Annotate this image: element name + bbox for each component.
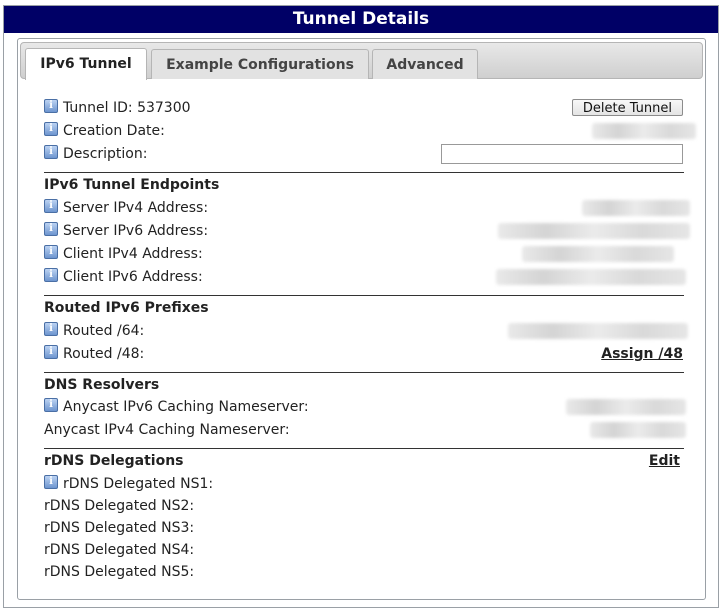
rdns-ns4-row: rDNS Delegated NS4: xyxy=(44,540,685,560)
tab-ipv6-tunnel[interactable]: IPv6 Tunnel xyxy=(25,48,147,80)
tab-container: IPv6 Tunnel Example Configurations Advan… xyxy=(17,38,706,600)
tunnel-details-panel: Tunnel Details IPv6 Tunnel Example Confi… xyxy=(3,5,719,608)
tab-bar: IPv6 Tunnel Example Configurations Advan… xyxy=(20,42,703,80)
divider xyxy=(44,448,684,449)
tab-advanced[interactable]: Advanced xyxy=(372,49,478,79)
rdns-edit-link[interactable]: Edit xyxy=(649,451,680,471)
redacted-client-ipv4 xyxy=(522,246,674,262)
anycast-ipv6-label: Anycast IPv6 Caching Nameserver: xyxy=(63,399,309,415)
anycast-ipv4-label: Anycast IPv4 Caching Nameserver: xyxy=(44,422,290,438)
info-icon[interactable]: i xyxy=(44,268,58,282)
anycast-ipv4-row: Anycast IPv4 Caching Nameserver: xyxy=(44,420,686,440)
anycast-ipv6-row: i Anycast IPv6 Caching Nameserver: xyxy=(44,397,686,417)
tunnel-id-label: Tunnel ID: 537300 xyxy=(63,100,191,116)
server-ipv6-label: Server IPv6 Address: xyxy=(63,223,209,239)
panel-title: Tunnel Details xyxy=(4,6,718,33)
routed-48-row: i Routed /48: Assign /48 xyxy=(44,344,685,364)
rdns-ns5-row: rDNS Delegated NS5: xyxy=(44,562,685,582)
rdns-ns1-label: rDNS Delegated NS1: xyxy=(63,476,214,492)
server-ipv4-row: i Server IPv4 Address: xyxy=(44,198,690,218)
info-icon[interactable]: i xyxy=(44,398,58,412)
server-ipv6-row: i Server IPv6 Address: xyxy=(44,221,690,241)
client-ipv6-row: i Client IPv6 Address: xyxy=(44,267,686,287)
rdns-title: rDNS Delegations xyxy=(44,453,184,469)
client-ipv4-label: Client IPv4 Address: xyxy=(63,246,203,262)
info-icon[interactable]: i xyxy=(44,345,58,359)
rdns-ns2-row: rDNS Delegated NS2: xyxy=(44,496,685,516)
client-ipv6-label: Client IPv6 Address: xyxy=(63,269,203,285)
rdns-ns5-label: rDNS Delegated NS5: xyxy=(44,564,195,580)
info-icon[interactable]: i xyxy=(44,222,58,236)
description-input[interactable] xyxy=(441,144,683,164)
info-icon[interactable]: i xyxy=(44,99,58,113)
server-ipv4-label: Server IPv4 Address: xyxy=(63,200,209,216)
redacted-server-ipv4 xyxy=(582,200,690,216)
redacted-anycast-ipv4 xyxy=(590,422,686,438)
tab-example-configurations[interactable]: Example Configurations xyxy=(151,49,369,79)
divider xyxy=(44,172,684,173)
info-icon[interactable]: i xyxy=(44,475,58,489)
creation-date-row: i Creation Date: xyxy=(44,121,696,141)
rdns-ns1-row: i rDNS Delegated NS1: xyxy=(44,474,685,494)
info-icon[interactable]: i xyxy=(44,122,58,136)
rdns-ns3-row: rDNS Delegated NS3: xyxy=(44,518,685,538)
divider xyxy=(44,295,684,296)
description-label: Description: xyxy=(63,146,148,162)
assign-48-link[interactable]: Assign /48 xyxy=(601,344,683,364)
routed-48-label: Routed /48: xyxy=(63,346,145,362)
info-icon[interactable]: i xyxy=(44,245,58,259)
creation-date-label: Creation Date: xyxy=(63,123,165,139)
client-ipv4-row: i Client IPv4 Address: xyxy=(44,244,685,264)
divider xyxy=(44,372,684,373)
section-title-dns-resolvers: DNS Resolvers xyxy=(44,377,160,393)
delete-tunnel-button[interactable]: Delete Tunnel xyxy=(571,99,683,116)
info-icon[interactable]: i xyxy=(44,199,58,213)
redacted-anycast-ipv6 xyxy=(566,399,686,415)
info-icon[interactable]: i xyxy=(44,145,58,159)
rdns-ns2-label: rDNS Delegated NS2: xyxy=(44,498,195,514)
description-row: i Description: xyxy=(44,144,685,164)
redacted-creation-date xyxy=(592,123,696,139)
routed-64-label: Routed /64: xyxy=(63,323,145,339)
redacted-routed-64 xyxy=(508,323,688,339)
rdns-ns3-label: rDNS Delegated NS3: xyxy=(44,520,195,536)
rdns-ns4-label: rDNS Delegated NS4: xyxy=(44,542,195,558)
routed-64-row: i Routed /64: xyxy=(44,321,688,341)
redacted-server-ipv6 xyxy=(498,223,690,239)
tunnel-id-row: i Tunnel ID: 537300 Delete Tunnel xyxy=(44,98,685,118)
section-title-endpoints: IPv6 Tunnel Endpoints xyxy=(44,177,220,193)
redacted-client-ipv6 xyxy=(496,269,686,285)
section-title-rdns: rDNS Delegations Edit xyxy=(44,451,684,471)
section-title-routed-prefixes: Routed IPv6 Prefixes xyxy=(44,300,209,316)
info-icon[interactable]: i xyxy=(44,322,58,336)
